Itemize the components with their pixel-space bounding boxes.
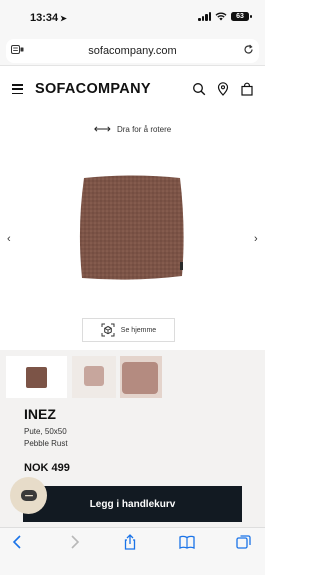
share-icon[interactable] bbox=[122, 534, 138, 550]
site-logo[interactable]: SOFACOMPANY bbox=[35, 81, 151, 97]
forward-icon[interactable] bbox=[66, 534, 82, 550]
search-icon[interactable] bbox=[192, 82, 206, 96]
see-at-home-label: Se hjemme bbox=[120, 326, 157, 334]
reload-icon[interactable] bbox=[237, 44, 259, 58]
menu-icon[interactable] bbox=[12, 84, 23, 94]
product-subtitle: Pute, 50x50 Pebble Rust bbox=[24, 426, 68, 450]
thumbnail-2[interactable] bbox=[72, 356, 116, 398]
page-settings-icon[interactable] bbox=[6, 45, 28, 57]
url-text[interactable]: sofacompany.com bbox=[28, 45, 237, 57]
see-at-home-button[interactable]: Se hjemme bbox=[82, 318, 175, 342]
thumbnail-1[interactable] bbox=[6, 356, 67, 398]
product-price: NOK 499 bbox=[24, 462, 70, 474]
wifi-icon bbox=[215, 12, 227, 21]
signal-icon bbox=[198, 12, 211, 21]
rotate-arrows-icon: ⟷ bbox=[93, 122, 111, 136]
address-bar[interactable]: sofacompany.com bbox=[6, 39, 259, 63]
location-pin-icon[interactable] bbox=[216, 82, 230, 96]
browser-toolbar bbox=[0, 527, 265, 575]
status-time: 13:34 ➤ bbox=[30, 12, 67, 24]
chat-button[interactable] bbox=[10, 477, 47, 514]
thumbnail-3[interactable] bbox=[120, 356, 162, 398]
browser-url-area: sofacompany.com bbox=[0, 36, 265, 66]
status-bar: 13:34 ➤ 63 bbox=[0, 0, 265, 36]
tabs-icon[interactable] bbox=[236, 534, 252, 550]
back-icon[interactable] bbox=[10, 534, 26, 550]
location-arrow-icon: ➤ bbox=[60, 14, 67, 23]
bookmarks-icon[interactable] bbox=[179, 534, 195, 550]
rotate-hint-text: Dra for å rotere bbox=[116, 124, 172, 134]
time-text: 13:34 bbox=[30, 12, 59, 24]
site-header: SOFACOMPANY bbox=[0, 72, 265, 106]
next-image-arrow-icon[interactable]: › bbox=[254, 233, 258, 245]
rotate-hint: ⟷ Dra for å rotere bbox=[0, 122, 265, 136]
chat-icon bbox=[20, 489, 37, 501]
shopping-bag-icon[interactable] bbox=[240, 82, 254, 96]
battery-level: 63 bbox=[236, 13, 244, 20]
status-icons: 63 bbox=[198, 12, 252, 21]
battery-icon: 63 bbox=[231, 12, 252, 21]
product-title: INEZ bbox=[24, 406, 56, 422]
product-image-pillow[interactable] bbox=[78, 174, 186, 282]
product-color: Pebble Rust bbox=[24, 439, 68, 448]
ar-cube-icon bbox=[101, 323, 115, 337]
previous-image-arrow-icon[interactable]: ‹ bbox=[7, 233, 11, 245]
add-to-cart-button[interactable]: Legg i handlekurv bbox=[23, 486, 242, 522]
product-description: Pute, 50x50 bbox=[24, 427, 67, 436]
